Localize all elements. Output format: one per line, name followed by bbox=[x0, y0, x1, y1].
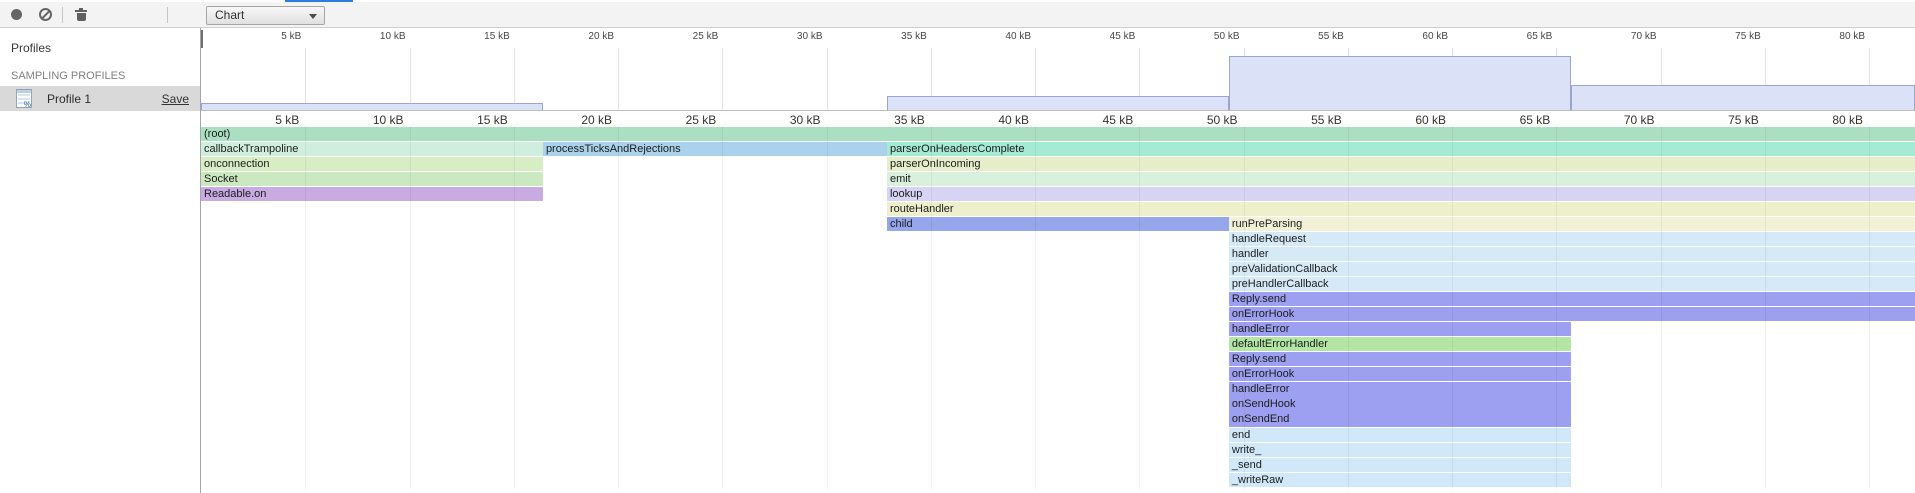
flame-frame[interactable]: preValidationCallback bbox=[1229, 262, 1915, 276]
flame-chart-pane: 5 kB 5 kB 10 kB 10 kB 15 kB 15 kB 20 kB 20 kB 25… bbox=[201, 28, 1915, 493]
ruler-tick-label: 55 kB bbox=[1264, 31, 1344, 42]
clear-profiles-button[interactable] bbox=[33, 2, 59, 27]
flame-frame[interactable]: Reply.send bbox=[1229, 292, 1915, 306]
flame-frame[interactable]: handleRequest bbox=[1229, 232, 1915, 246]
flame-frame[interactable]: Reply.send bbox=[1229, 352, 1571, 366]
record-icon bbox=[11, 9, 22, 20]
overview-area-step bbox=[887, 96, 1229, 110]
ruler-tick-label: 30 kB bbox=[743, 31, 823, 42]
flame-frame[interactable]: onSendEnd bbox=[1229, 412, 1571, 426]
ruler-tick-label: 20 kB bbox=[522, 113, 612, 127]
flame-frame[interactable]: routeHandler bbox=[887, 202, 1915, 216]
ruler-tick-label: 10 kB bbox=[314, 113, 404, 127]
flame-frame[interactable]: handleError bbox=[1229, 322, 1571, 336]
flame-frame[interactable]: handleError bbox=[1229, 382, 1571, 396]
flame-frame[interactable]: Readable.on bbox=[201, 187, 543, 201]
ruler-tick-label: 40 kB bbox=[951, 31, 1031, 42]
flame-frame[interactable]: parserOnHeadersComplete bbox=[887, 142, 1915, 156]
save-profile-link[interactable]: Save bbox=[162, 92, 189, 106]
gridline bbox=[722, 126, 723, 489]
ruler-tick-label: 70 kB bbox=[1565, 113, 1655, 127]
gridline bbox=[410, 48, 411, 110]
view-select-value: Chart bbox=[215, 8, 244, 22]
ruler-tick-label: 50 kB bbox=[1148, 113, 1238, 127]
view-select-dropdown[interactable]: Chart bbox=[206, 6, 325, 25]
flame-frame[interactable]: lookup bbox=[887, 187, 1915, 201]
gridline bbox=[827, 126, 828, 489]
toolbar-separator bbox=[167, 7, 168, 23]
gridline bbox=[618, 48, 619, 110]
ruler-tick-label: 15 kB bbox=[418, 113, 508, 127]
flame-frame[interactable]: processTicksAndRejections bbox=[543, 142, 887, 156]
sidebar-heading: Profiles bbox=[11, 41, 51, 55]
flame-frame[interactable]: _send bbox=[1229, 458, 1571, 472]
ruler-tick-label: 5 kB bbox=[209, 113, 299, 127]
ruler-tick-label: 65 kB bbox=[1460, 113, 1550, 127]
gridline bbox=[514, 48, 515, 110]
flame-frame[interactable]: parserOnIncoming bbox=[887, 157, 1915, 171]
flame-frame[interactable]: onconnection bbox=[201, 157, 543, 171]
flame-frame[interactable]: runPreParsing bbox=[1229, 217, 1915, 231]
flame-frame[interactable]: onSendHook bbox=[1229, 397, 1571, 411]
gridline bbox=[827, 48, 828, 110]
ruler-tick-label: 60 kB bbox=[1356, 113, 1446, 127]
profiler-toolbar: Chart bbox=[0, 2, 1915, 28]
toolbar-separator bbox=[62, 7, 63, 23]
overview-divider bbox=[201, 110, 1915, 111]
ruler-tick-label: 55 kB bbox=[1252, 113, 1342, 127]
ruler-tick-label: 30 kB bbox=[731, 113, 821, 127]
trash-icon bbox=[75, 10, 87, 21]
ruler-tick-label: 15 kB bbox=[430, 31, 510, 42]
flame-frame[interactable]: onErrorHook bbox=[1229, 367, 1571, 381]
overview-area-step bbox=[201, 103, 543, 110]
chevron-down-icon bbox=[309, 14, 317, 19]
gridline bbox=[305, 48, 306, 110]
ruler-tick-label: 80 kB bbox=[1785, 31, 1865, 42]
ruler-tick-label: 60 kB bbox=[1368, 31, 1448, 42]
record-button[interactable] bbox=[4, 2, 30, 27]
flame-frame[interactable]: _writeRaw bbox=[1229, 473, 1571, 487]
ruler-tick-label: 50 kB bbox=[1160, 31, 1240, 42]
flame-frame[interactable]: defaultErrorHandler bbox=[1229, 337, 1571, 351]
profiles-sidebar: Profiles SAMPLING PROFILES % Profile 1 S… bbox=[0, 28, 201, 493]
ruler-tick-label: 70 kB bbox=[1577, 31, 1657, 42]
ruler-tick-label: 35 kB bbox=[847, 31, 927, 42]
sampling-profiles-section-label: SAMPLING PROFILES bbox=[11, 70, 125, 82]
profile-name: Profile 1 bbox=[47, 92, 91, 106]
gridline bbox=[722, 48, 723, 110]
flame-frame[interactable]: write_ bbox=[1229, 443, 1571, 457]
ruler-tick-label: 40 kB bbox=[939, 113, 1029, 127]
sidebar-item-profile-1[interactable]: % Profile 1 Save bbox=[0, 86, 200, 111]
overview-area-step bbox=[1571, 85, 1915, 110]
ruler-tick-label: 75 kB bbox=[1681, 31, 1761, 42]
flame-frame[interactable]: child bbox=[887, 217, 1229, 231]
clear-icon bbox=[39, 8, 52, 21]
ruler-tick-label: 25 kB bbox=[626, 113, 716, 127]
flame-frame[interactable]: callbackTrampoline bbox=[201, 142, 543, 156]
ruler-tick-label: 20 kB bbox=[534, 31, 614, 42]
ruler-tick-label: 25 kB bbox=[638, 31, 718, 42]
ruler-tick-label: 65 kB bbox=[1472, 31, 1552, 42]
ruler-tick-label: 80 kB bbox=[1773, 113, 1863, 127]
flame-frame[interactable]: handler bbox=[1229, 247, 1915, 261]
ruler-tick-label: 10 kB bbox=[326, 31, 406, 42]
flame-frame[interactable]: preHandlerCallback bbox=[1229, 277, 1915, 291]
overview-left-handle[interactable] bbox=[201, 30, 203, 48]
flame-frame[interactable]: onErrorHook bbox=[1229, 307, 1915, 321]
flame-frame[interactable]: emit bbox=[887, 172, 1915, 186]
ruler-tick-label: 5 kB bbox=[221, 31, 301, 42]
ruler-tick-label: 45 kB bbox=[1055, 31, 1135, 42]
flame-frame[interactable]: end bbox=[1229, 428, 1571, 442]
flame-frame[interactable]: (root) bbox=[201, 127, 1915, 141]
overview-area-step bbox=[1229, 56, 1571, 110]
gridline bbox=[618, 126, 619, 489]
profile-document-icon: % bbox=[16, 89, 32, 108]
flame-frame[interactable]: Socket bbox=[201, 172, 543, 186]
delete-profile-button[interactable] bbox=[68, 2, 94, 27]
ruler-tick-label: 35 kB bbox=[835, 113, 925, 127]
ruler-tick-label: 45 kB bbox=[1043, 113, 1133, 127]
ruler-tick-label: 75 kB bbox=[1669, 113, 1759, 127]
